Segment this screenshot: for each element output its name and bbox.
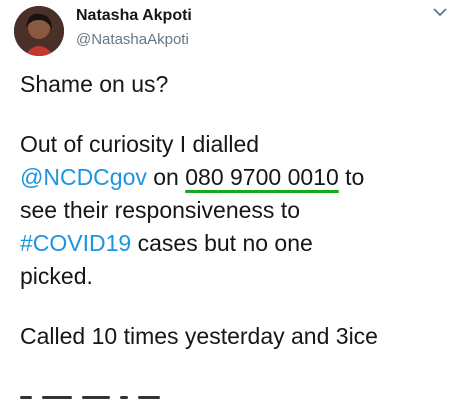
author-display-name[interactable]: Natasha Akpoti bbox=[76, 6, 192, 26]
tweet-line: #COVID19 cases but no one bbox=[20, 227, 466, 260]
author-handle[interactable]: @NatashaAkpoti bbox=[76, 30, 189, 50]
avatar[interactable] bbox=[14, 6, 64, 56]
tweet-text-fragment: cases but no one bbox=[131, 230, 313, 256]
avatar-image bbox=[14, 6, 64, 56]
phone-number: 080 9700 0010 bbox=[185, 164, 339, 190]
tweet-line: @NCDCgov on 080 9700 0010 to bbox=[20, 161, 466, 194]
chevron-down-icon[interactable] bbox=[432, 6, 448, 18]
tweet-text: Shame on us? Out of curiosity I dialled … bbox=[20, 68, 466, 353]
cut-off-text-line bbox=[20, 390, 320, 400]
tweet-line: see their responsiveness to bbox=[20, 197, 300, 223]
tweet-text-fragment: to bbox=[338, 164, 365, 190]
tweet-line: Called 10 times yesterday and 3ice bbox=[20, 323, 378, 349]
tweet-line: picked. bbox=[20, 263, 93, 289]
tweet-text-fragment: on bbox=[146, 164, 186, 190]
tweet-line: Shame on us? bbox=[20, 71, 169, 97]
mention-link[interactable]: @NCDCgov bbox=[20, 164, 147, 190]
hashtag-link[interactable]: #COVID19 bbox=[20, 230, 131, 256]
tweet-line: Out of curiosity I dialled bbox=[20, 131, 260, 157]
